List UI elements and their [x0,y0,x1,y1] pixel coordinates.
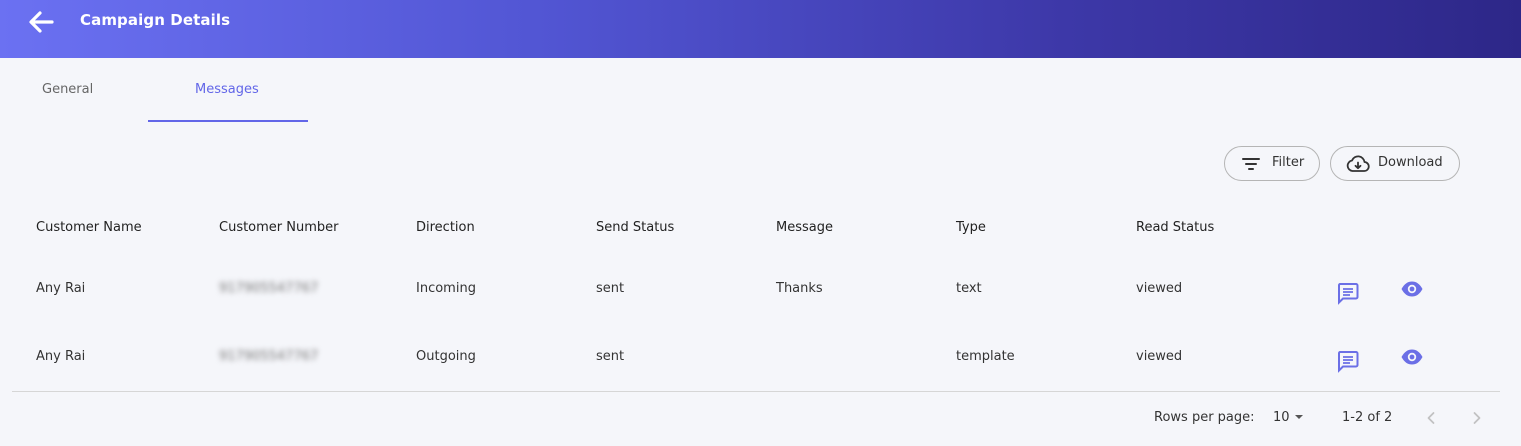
rows-per-page-value: 10 [1273,410,1290,425]
view-details-button[interactable] [1400,277,1424,301]
page-title: Campaign Details [80,11,231,29]
cell-read-status: viewed [1136,281,1183,296]
tab-messages[interactable]: Messages [148,80,308,122]
chat-icon [1338,351,1359,373]
table-divider [12,391,1500,392]
column-header-type[interactable]: Type [956,220,986,235]
cell-send-status: sent [596,349,625,364]
chevron-right-icon [1473,412,1481,424]
cell-customer-number: 917905547767 [219,281,319,296]
column-header-customer-name[interactable]: Customer Name [36,220,142,235]
cell-direction: Outgoing [416,349,476,364]
cell-customer-number: 917905547767 [219,349,319,364]
column-header-customer-number[interactable]: Customer Number [219,220,339,235]
view-details-button[interactable] [1400,345,1424,369]
next-page-button[interactable] [1465,406,1489,430]
tab-messages-label: Messages [195,82,259,97]
chat-icon [1338,283,1359,305]
cell-type: text [956,281,982,296]
cell-customer-name: Any Rai [36,281,86,296]
column-header-send-status[interactable]: Send Status [596,220,674,235]
arrow-left-icon [29,11,54,33]
filter-button-label: Filter [1272,155,1305,170]
filter-button[interactable]: Filter [1224,146,1320,181]
cloud-download-icon [1346,155,1370,172]
back-button[interactable] [26,8,56,36]
app-header: Campaign Details [0,0,1521,58]
column-header-direction[interactable]: Direction [416,220,475,235]
column-header-message[interactable]: Message [776,220,833,235]
rows-per-page-label: Rows per page: [1154,410,1255,425]
caret-down-icon [1295,415,1303,419]
download-button[interactable]: Download [1330,146,1460,181]
cell-read-status: viewed [1136,349,1183,364]
tab-general[interactable]: General [0,80,136,122]
cell-send-status: sent [596,281,625,296]
eye-icon [1401,349,1423,365]
view-chat-button[interactable] [1336,281,1360,305]
column-header-read-status[interactable]: Read Status [1136,220,1214,235]
previous-page-button[interactable] [1419,406,1443,430]
rows-per-page-select[interactable]: 10 [1273,408,1313,428]
cell-direction: Incoming [416,281,476,296]
download-button-label: Download [1378,155,1443,170]
tab-general-label: General [42,82,94,97]
view-chat-button[interactable] [1336,349,1360,373]
filter-icon [1242,158,1260,170]
cell-type: template [956,349,1015,364]
pagination-range: 1-2 of 2 [1342,410,1393,425]
eye-icon [1401,281,1423,297]
chevron-left-icon [1427,412,1435,424]
cell-message: Thanks [776,281,823,296]
cell-customer-name: Any Rai [36,349,86,364]
